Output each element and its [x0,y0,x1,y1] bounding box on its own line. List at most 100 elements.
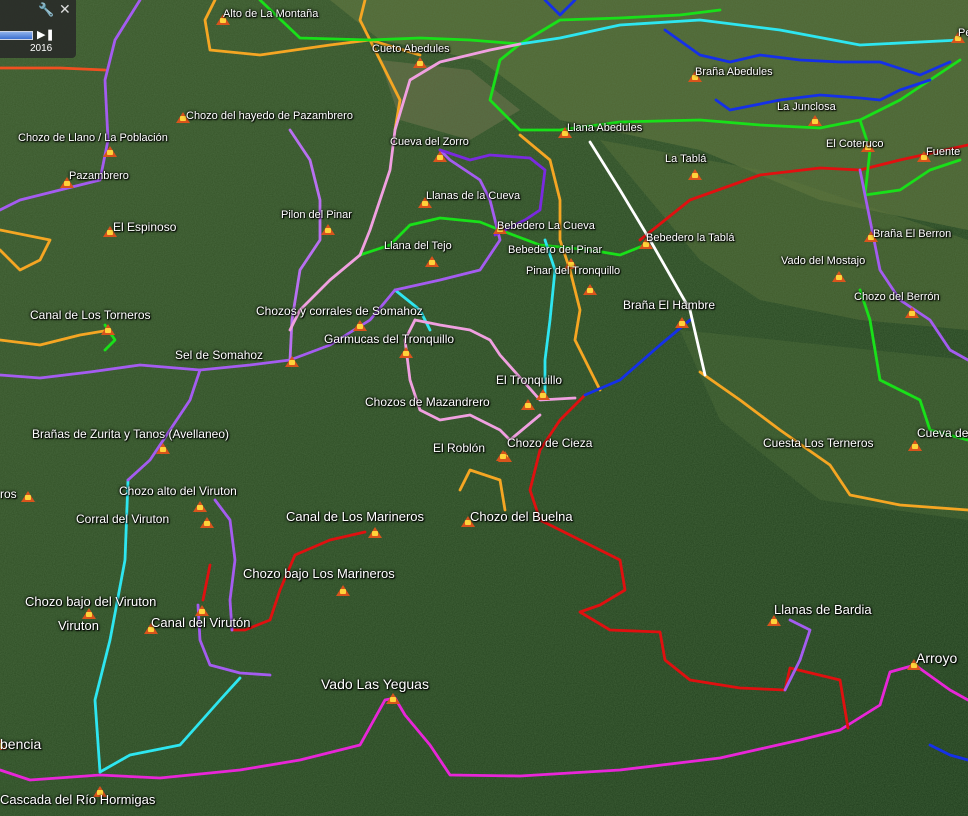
placemark-icon[interactable] [832,271,846,282]
route-path-cyan [98,676,242,774]
placemark-label[interactable]: Chozo bajo Los Marineros [243,567,395,580]
placemark-label[interactable]: Pilon del Pinar [281,210,352,221]
placemark-icon[interactable] [808,115,822,126]
placemark-icon[interactable] [675,317,689,328]
placemark-label[interactable]: Chozo del Berrón [854,292,940,303]
wrench-icon[interactable]: 🔧 [38,2,54,18]
route-path-orange [458,468,507,512]
placemark-label[interactable]: Cueva del Zorro [390,137,469,148]
placemark-label[interactable]: Viruton [58,619,99,632]
time-slider-widget[interactable]: 🔧 ✕ ▶❚ 2016 [0,0,76,58]
placemark-icon[interactable] [905,307,919,318]
placemark-label[interactable]: Cueto Abedules [372,44,450,55]
placemark-label[interactable]: Fuente [926,147,960,158]
route-path-green [488,42,962,132]
placemark-label[interactable]: Vado Las Yeguas [321,677,429,691]
route-path-orange [518,133,602,392]
placemark-label[interactable]: Corral del Viruton [76,513,169,525]
placemark-label[interactable]: Pazambrero [69,171,129,182]
placemark-label[interactable]: Chozos de Mazandrero [365,396,490,408]
placemark-icon[interactable] [156,443,170,454]
placemark-label[interactable]: Chozo del hayedo de Pazambrero [186,111,353,122]
placemark-icon[interactable] [399,347,413,358]
placemark-icon[interactable] [368,527,382,538]
placemark-label[interactable]: El Tronquillo [496,374,562,386]
placemark-label[interactable]: Pinar del Tronquillo [526,266,620,277]
placemark-icon[interactable] [21,491,35,502]
placemark-icon[interactable] [353,320,367,331]
placemark-icon[interactable] [101,324,115,335]
placemark-label[interactable]: Chozo bajo del Viruton [25,595,156,608]
placemark-label[interactable]: Alto de La Montaña [223,9,318,20]
route-path-red [230,530,367,632]
satellite-map[interactable]: Alto de La Montaña Cueto Abedules Pe Braña … [0,0,968,816]
placemark-label[interactable]: ros [0,488,17,500]
placemark-icon[interactable] [103,146,117,157]
placemark-icon[interactable] [536,389,550,400]
placemark-icon[interactable] [386,693,400,704]
placemark-label[interactable]: Sel de Somahoz [175,349,263,361]
placemark-icon[interactable] [285,356,299,367]
route-path-violet [858,168,968,362]
route-path-violet [783,618,812,692]
placemark-label[interactable]: El Coteruco [826,139,883,150]
placemark-label[interactable]: Canal de Los Torneros [30,309,151,321]
placemark-icon[interactable] [413,57,427,68]
placemark-icon[interactable] [336,585,350,596]
placemark-label[interactable]: Braña El Berron [873,229,951,240]
placemark-label[interactable]: Cascada del Río Hormigas [0,793,155,806]
placemark-icon[interactable] [688,169,702,180]
placemark-icon[interactable] [521,399,535,410]
placemark-label[interactable]: Pe [958,28,968,39]
placemark-label[interactable]: Brañas de Zurita y Tanos (Avellaneo) [32,428,229,440]
placemark-label[interactable]: Braña Abedules [695,67,773,78]
placemark-label[interactable]: Bebedero la Tablá [646,233,734,244]
route-path-violet [213,498,237,632]
placemark-icon[interactable] [496,450,510,461]
route-path-blue [928,743,968,762]
route-path-cyan [518,18,962,47]
placemark-label[interactable]: Chozo alto del Viruton [119,485,237,497]
placemark-label[interactable]: bencia [0,737,41,751]
placemark-icon[interactable] [200,517,214,528]
close-icon[interactable]: ✕ [59,1,71,18]
placemark-label[interactable]: Garmucas del Tronquillo [324,333,454,345]
placemark-label[interactable]: Llanas de Bardia [774,603,872,616]
placemark-label[interactable]: El Roblón [433,442,485,454]
placemark-label[interactable]: Vado del Mostajo [781,256,865,267]
placemark-icon[interactable] [433,151,447,162]
placemark-label[interactable]: El Espinoso [113,221,176,233]
placemark-label[interactable]: Canal de Los Marineros [286,510,424,523]
route-path-orange [358,0,402,132]
placemark-label[interactable]: Chozo de Llano / La Población [18,133,168,144]
skip-next-icon[interactable]: ▶❚ [37,28,55,41]
placemark-label[interactable]: Llanas de la Cueva [426,191,520,202]
time-slider-year: 2016 [30,43,53,54]
placemark-icon[interactable] [583,284,597,295]
route-path-cyan [543,238,557,397]
placemark-label[interactable]: Llana del Tejo [384,241,452,252]
placemark-label[interactable]: Chozo del Buelna [470,510,573,523]
route-path-orange [0,228,52,272]
route-path-blue [583,318,692,397]
time-slider-bar[interactable] [0,31,33,40]
placemark-icon[interactable] [193,501,207,512]
route-path-pink [288,253,362,332]
route-path-orange [0,328,112,347]
placemark-label[interactable]: Cuesta Los Terneros [763,437,874,449]
placemark-icon[interactable] [425,256,439,267]
placemark-label[interactable]: Chozos y corrales de Somahoz [256,305,423,317]
placemark-label[interactable]: Braña El Hambre [623,299,715,311]
placemark-icon[interactable] [321,224,335,235]
placemark-label[interactable]: Canal del Virutón [151,616,251,629]
placemark-label[interactable]: Llana Abedules [567,123,642,134]
placemark-icon[interactable] [908,440,922,451]
placemark-label[interactable]: Arroyo [916,651,957,665]
placemark-label[interactable]: La Junclosa [777,102,836,113]
placemark-label[interactable]: La Tablá [665,154,706,165]
placemark-label[interactable]: Bebedero La Cueva [497,221,595,232]
placemark-label[interactable]: Chozo de Cieza [507,437,592,449]
placemark-label[interactable]: Cueva de Lo [917,427,968,439]
placemark-label[interactable]: Bebedero del Pinar [508,245,602,256]
route-path-magenta [0,663,968,782]
